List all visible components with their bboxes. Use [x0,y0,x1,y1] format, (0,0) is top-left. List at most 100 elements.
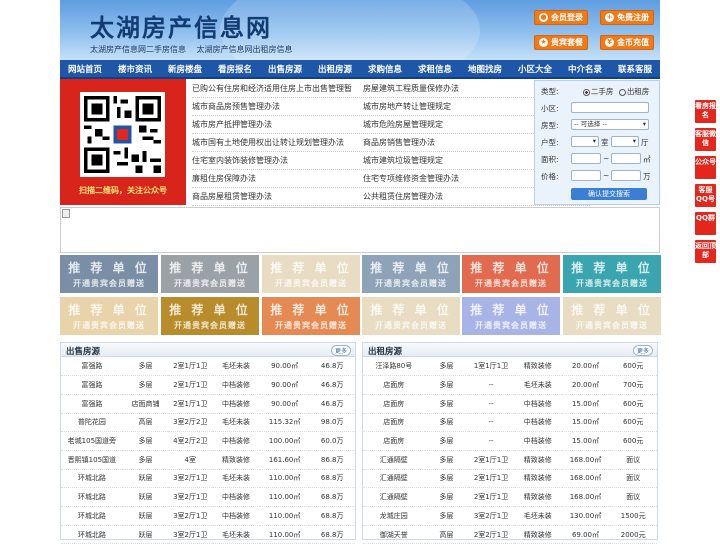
listing-cell: 精致装修 [513,525,562,544]
listing-row[interactable]: 店面房 多层 -- 中档装修 15.00㎡ 600元 [363,413,657,433]
listing-cell[interactable]: 汪泽路80号 [363,357,425,377]
nav-sale[interactable]: 出售房源 [260,63,310,75]
recommend-slot[interactable]: 推 荐 单 位开通贵宾会员赠送 [60,297,158,335]
search-submit-button[interactable]: 确认提交搜索 [571,188,647,200]
listing-row[interactable]: 店面房 多层 -- 毛坯未装 20.00㎡ 700元 [363,375,657,395]
qq-side-button[interactable]: 客服QQ号 [695,184,716,207]
listing-cell: 68.8万 [309,506,355,526]
radio-rental[interactable]: 出租房 [618,87,649,96]
listing-row[interactable]: 环城北路 跃层 3室2厅1卫 中档装修 110.00㎡ 68.8万 [61,487,355,507]
listing-cell[interactable]: 富强路 [61,375,123,395]
vip-package-button[interactable]: ★ 贵宾套餐 [534,35,588,50]
listing-row[interactable]: 御湖天誉 高层 2室2厅1卫 精致装修 69.00㎡ 2000元 [363,525,657,544]
listing-cell[interactable]: 店面房 [363,375,425,395]
listing-cell[interactable]: 汇通隔壁 [363,487,425,507]
nav-communities[interactable]: 小区大全 [510,63,560,75]
listing-cell[interactable]: 富强路 [61,394,123,414]
listing-row[interactable]: 环城北路 跃层 3室2厅1卫 中档装修 110.00㎡ 68.8万 [61,506,355,526]
listing-cell[interactable]: 店面房 [363,394,425,414]
listing-row[interactable]: 富强路 多层 2室1厅1卫 中档装修 90.00㎡ 46.8万 [61,375,355,395]
listing-row[interactable]: 店面房 多层 -- 中档装修 15.00㎡ 600元 [363,394,657,414]
recommend-slot[interactable]: 推 荐 单 位开通贵宾会员赠送 [462,255,560,293]
back-to-top-side-button[interactable]: 返回顶部 [695,240,716,263]
listing-row[interactable]: 店面房 多层 -- 中档装修 15.00㎡ 600元 [363,431,657,451]
nav-rent[interactable]: 出租房源 [310,63,360,75]
listing-row[interactable]: 环城北路 跃层 3室2厅1卫 毛坯未装 110.00㎡ 68.8万 [61,525,355,544]
login-button[interactable]: ● 会员登录 [534,10,588,25]
recommend-slot[interactable]: 推 荐 单 位开通贵宾会员赠送 [563,255,661,293]
listing-row[interactable]: 龙城庄园 多层 3室2厅1卫 毛坯未装 130.00㎡ 1500元 [363,506,657,526]
listing-row[interactable]: 富强路 多层 2室1厅1卫 毛坯未装 90.00㎡ 46.8万 [61,357,355,377]
rent-more-link[interactable]: 更多 [632,345,653,356]
listing-cell: 多层 [122,357,169,377]
nav-new-homes[interactable]: 新房楼盘 [160,63,210,75]
site-logo[interactable]: 太湖房产信息网 [90,8,272,43]
signup-side-button[interactable]: 看房报名 [695,100,716,123]
recommend-slot[interactable]: 推 荐 单 位开通贵宾会员赠送 [362,297,460,335]
listing-cell[interactable]: 店面房 [363,413,425,433]
nav-viewing-signup[interactable]: 看房报名 [210,63,260,75]
listing-row[interactable]: 汇通隔壁 多层 2室1厅1卫 精致装修 168.00㎡ 面议 [363,450,657,470]
price-max-input[interactable] [611,170,641,181]
recommend-slot[interactable]: 推 荐 单 位开通贵宾会员赠送 [563,297,661,335]
listing-cell[interactable]: 汇通隔壁 [363,450,425,470]
nav-news[interactable]: 楼市资讯 [110,63,160,75]
ad-banner[interactable] [60,207,660,253]
listing-row[interactable]: 汇通隔壁 多层 2室1厅1卫 精致装修 168.00㎡ 面议 [363,469,657,489]
nav-map[interactable]: 地图找房 [460,63,510,75]
community-input[interactable] [571,102,649,113]
area-min-input[interactable] [571,153,601,164]
nav-want-buy[interactable]: 求购信息 [360,63,410,75]
coin-recharge-button[interactable]: ¥ 金币充值 [600,35,654,50]
recommend-slot[interactable]: 推 荐 单 位开通贵宾会员赠送 [462,297,560,335]
listing-cell[interactable]: 环城北路 [61,525,123,544]
listing-row[interactable]: 汪泽路80号 多层 1室1厅1卫 精致装修 20.00㎡ 600元 [363,357,657,377]
nav-want-rent[interactable]: 求租信息 [410,63,460,75]
listing-row[interactable]: 晋熙镇105国道 多层 4室 精致装修 161.60㎡ 86.8万 [61,450,355,470]
official-account-side-button[interactable]: 公众号 [695,156,716,179]
policy-link[interactable]: 住宅室内装饰装修管理办法 [192,152,363,169]
sale-more-link[interactable]: 更多 [330,345,351,356]
listing-cell[interactable]: 晋熙镇105国道 [61,450,123,470]
wechat-side-button[interactable]: 客服微信 [695,128,716,151]
listing-cell[interactable]: 环城北路 [61,469,123,489]
listing-row[interactable]: 富强路 店面商铺 2室1厅1卫 中档装修 90.00㎡ 46.8万 [61,394,355,414]
listing-row[interactable]: 环城北路 跃层 3室2厅1卫 毛坯未装 110.00㎡ 68.8万 [61,469,355,489]
house-type-select[interactable]: -- 可选择 -- ▾ [571,119,649,130]
listing-cell[interactable]: 环城北路 [61,506,123,526]
room-select[interactable]: ▾ [571,136,599,147]
recommend-slot[interactable]: 推 荐 单 位开通贵宾会员赠送 [262,297,360,335]
listing-cell[interactable]: 环城北路 [61,487,123,507]
policy-link[interactable]: 城市国有土地使用权出让转让规划管理办法 [192,134,363,151]
listing-cell[interactable]: 店面房 [363,431,425,451]
policy-link[interactable]: 已购公有住房和经济适用住房上市出售管理暂 [192,80,363,97]
listing-row[interactable]: 汇通隔壁 多层 2室1厅1卫 精致装修 168.00㎡ 面议 [363,487,657,507]
hall-select[interactable]: ▾ [611,136,639,147]
listing-cell: 中档装修 [513,413,562,433]
recommend-slot[interactable]: 推 荐 单 位开通贵宾会员赠送 [161,255,259,293]
nav-contact[interactable]: 联系客服 [610,63,660,75]
listing-cell[interactable]: 富强路 [61,357,123,377]
listing-cell[interactable]: 龙城庄园 [363,506,425,526]
listing-cell[interactable]: 普陀花园 [61,413,123,433]
nav-home[interactable]: 网站首页 [60,63,110,75]
radio-second-hand[interactable]: 二手房 [582,87,613,96]
qq-group-side-button[interactable]: QQ群 [695,212,716,235]
listing-cell[interactable]: 汇通隔壁 [363,469,425,489]
recommend-slot[interactable]: 推 荐 单 位开通贵宾会员赠送 [161,297,259,335]
nav-agencies[interactable]: 中介名录 [560,63,610,75]
policy-link[interactable]: 城市商品房预售管理办法 [192,98,363,115]
area-max-input[interactable] [611,153,641,164]
price-min-input[interactable] [571,170,601,181]
policy-link[interactable]: 城市房产抵押管理办法 [192,116,363,133]
register-button[interactable]: + 免费注册 [600,10,654,25]
listing-cell[interactable]: 御湖天誉 [363,525,425,544]
listing-cell[interactable]: 老城105国道旁 [61,431,123,451]
listing-row[interactable]: 普陀花园 高层 3室2厅2卫 毛坯未装 115.32㎡ 98.0万 [61,413,355,433]
recommend-slot[interactable]: 推 荐 单 位开通贵宾会员赠送 [60,255,158,293]
policy-link[interactable]: 廉租住房保障办法 [192,170,363,187]
recommend-slot[interactable]: 推 荐 单 位开通贵宾会员赠送 [262,255,360,293]
recommend-slot[interactable]: 推 荐 单 位开通贵宾会员赠送 [362,255,460,293]
policy-link[interactable]: 商品房屋租赁管理办法 [192,188,363,205]
listing-row[interactable]: 老城105国道旁 多层 4室2厅2卫 中档装修 100.00㎡ 60.0万 [61,431,355,451]
